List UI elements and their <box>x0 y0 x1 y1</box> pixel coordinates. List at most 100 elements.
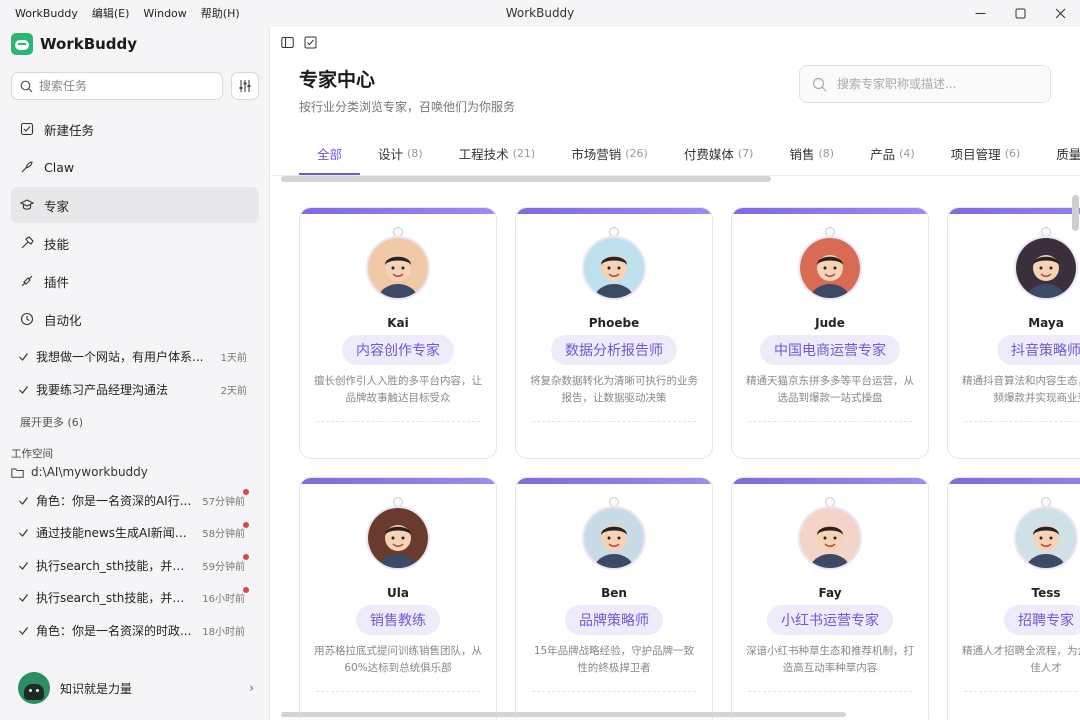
workspace-task-text: 角色：你是一名资深的时政... <box>35 623 192 638</box>
sidebar-item-label: 技能 <box>44 236 70 252</box>
workspace-task-item[interactable]: 通过技能news生成AI新闻追... 58分钟前 <box>11 517 259 550</box>
tab-design[interactable]: 设计 (8) <box>360 131 441 175</box>
task-search-input[interactable] <box>39 79 199 93</box>
recent-task-item[interactable]: 我要练习产品经理沟通法 2天前 <box>11 373 259 406</box>
expert-card[interactable]: Ben 品牌策略师 15年品牌战略经验，守护品牌一致性的终极捍卫者 <box>515 477 713 720</box>
page-title: 专家中心 <box>299 69 376 91</box>
workspace-folder[interactable]: d:\AI\myworkbuddy <box>11 465 148 479</box>
expert-portrait-icon <box>584 238 644 298</box>
sidebar-item-new-task[interactable]: 新建任务 <box>11 111 259 147</box>
vertical-scrollbar[interactable] <box>1072 195 1079 231</box>
brand: WorkBuddy <box>11 33 137 55</box>
expert-card[interactable]: Maya 抖音策略师精通抖音算法和内容生态，打造短视频爆款并实现商业变现 <box>947 207 1080 459</box>
workspace-task-time: 59分钟前 <box>202 561 245 573</box>
expert-card[interactable]: Jude 中国电商运营专家 精通天猫京东拼多多等平台运营，从选品到爆款一站式操盘 <box>731 207 929 459</box>
tab-count: (26) <box>625 146 648 160</box>
expert-card[interactable]: Fay 小红书运营专家 深谙小红书种草生态和推荐机制，打造高互动率种草内容 <box>731 477 929 720</box>
sidebar-item-label: 专家 <box>44 198 70 214</box>
menu-help[interactable]: 帮助(H) <box>194 0 247 27</box>
sidebar-item-expert[interactable]: 专家 <box>11 187 259 223</box>
menu-window[interactable]: Window <box>136 0 193 27</box>
sidebar-item-automation[interactable]: 自动化 <box>11 301 259 337</box>
card-accent-bar <box>300 208 496 214</box>
sidebar-item-skill[interactable]: 技能 <box>11 225 259 261</box>
tab-label: 项目管理 <box>950 146 1001 162</box>
task-check-icon[interactable] <box>304 36 317 49</box>
expert-card[interactable]: Kai 内容创作专家 擅长创作引人入胜的多平台内容，让品牌故事触达目标受众 <box>299 207 497 459</box>
tab-qa-testing[interactable]: 质量测试 <box>1038 131 1080 175</box>
card-accent-bar <box>948 478 1080 484</box>
workspace-task-text: 执行search_sth技能，并把... <box>35 591 196 606</box>
expert-avatar <box>1014 236 1078 300</box>
tab-engineering[interactable]: 工程技术 (21) <box>441 131 554 175</box>
card-divider <box>964 691 1080 692</box>
minimize-button[interactable] <box>960 0 1000 27</box>
maximize-button[interactable] <box>1000 0 1040 27</box>
task-search-box[interactable] <box>11 72 223 100</box>
unread-dot <box>243 521 249 528</box>
workspace-task-time: 18小时前 <box>202 626 245 638</box>
tabs-scrollbar[interactable] <box>281 176 771 182</box>
tab-project-management[interactable]: 项目管理 (6) <box>933 131 1039 175</box>
expert-avatar <box>582 506 646 570</box>
horizontal-scrollbar[interactable] <box>281 712 846 717</box>
recent-task-item[interactable]: 我想做一个网站，有用户体系... 1天前 <box>11 340 259 373</box>
workspace-task-time: 57分钟前 <box>202 496 245 508</box>
toggle-sidebar-icon[interactable] <box>281 36 294 49</box>
avatar <box>18 672 50 704</box>
sidebar-item-claw[interactable]: Claw <box>11 149 259 185</box>
sidebar-item-plugin[interactable]: 插件 <box>11 263 259 299</box>
expert-name: Ben <box>601 586 627 600</box>
workspace-task-item[interactable]: 执行search_sth技能，并把... 16小时前 <box>11 582 259 615</box>
expert-role-badge: 招聘专家 <box>1004 605 1080 635</box>
card-accent-bar <box>516 478 712 484</box>
expert-avatar <box>798 236 862 300</box>
workspace-task-item[interactable]: 执行search_sth技能，并把... 59分钟前 <box>11 549 259 582</box>
expert-role-badge: 小红书运营专家 <box>767 605 893 635</box>
expert-avatar <box>798 506 862 570</box>
tab-count: (6) <box>1004 146 1021 160</box>
skill-icon <box>20 236 34 250</box>
tab-sales[interactable]: 销售 (8) <box>771 131 852 175</box>
folder-icon <box>11 468 24 478</box>
expert-portrait-icon <box>584 508 644 568</box>
tab-product[interactable]: 产品 (4) <box>852 131 933 175</box>
tab-label: 产品 <box>870 146 896 162</box>
menu-edit[interactable]: 编辑(E) <box>85 0 137 27</box>
plugin-icon <box>20 274 34 288</box>
workspace-task-item[interactable]: 角色：你是一名资深的AI行... 57分钟前 <box>11 484 259 517</box>
tab-label: 工程技术 <box>458 146 509 162</box>
expert-search-input[interactable] <box>837 77 1037 91</box>
tab-marketing[interactable]: 市场营销 (26) <box>553 131 666 175</box>
expert-portrait-icon <box>368 508 428 568</box>
filter-button[interactable] <box>231 72 259 100</box>
tab-all[interactable]: 全部 <box>299 131 361 175</box>
tab-count: (8) <box>407 146 423 160</box>
expert-avatar <box>366 236 430 300</box>
workbuddy-logo-icon <box>11 33 33 55</box>
expert-card[interactable]: Phoebe 数据分析报告师 将复杂数据转化为清晰可执行的业务报告，让数据驱动决策 <box>515 207 713 459</box>
close-button[interactable] <box>1040 0 1080 27</box>
workspace-label: 工作空间 <box>11 448 53 460</box>
expert-role-badge: 中国电商运营专家 <box>760 335 900 365</box>
checkmark-icon <box>19 594 28 603</box>
sidebar-item-label: 新建任务 <box>44 122 95 138</box>
tab-paid-media[interactable]: 付费媒体 (7) <box>666 131 772 175</box>
card-divider <box>316 691 480 692</box>
card-divider <box>532 421 696 422</box>
menu-workbuddy[interactable]: WorkBuddy <box>8 0 85 27</box>
unread-dot <box>243 554 249 560</box>
expert-search-box[interactable] <box>799 65 1051 103</box>
user-profile[interactable]: 知识就是力量 › <box>18 672 254 704</box>
unread-dot <box>243 586 249 593</box>
expand-more-link[interactable]: 展开更多 (6) <box>20 414 83 430</box>
expert-description: 深谙小红书种草生态和推荐机制，打造高互动率种草内容 <box>746 645 914 674</box>
workspace-task-item[interactable]: 角色：你是一名资深的时政... 18小时前 <box>11 614 259 647</box>
main-toolbar <box>281 36 317 49</box>
expert-card[interactable]: Tess 招聘专家精通人才招聘全流程，为企业找到最佳人才 <box>947 477 1080 720</box>
tab-label: 市场营销 <box>571 146 622 162</box>
expert-description: 将复杂数据转化为清晰可执行的业务报告，让数据驱动决策 <box>530 375 698 404</box>
expert-card[interactable]: Ula 销售教练 用苏格拉底式提问训练销售团队，从60%达标到总统俱乐部 <box>299 477 497 720</box>
expert-name: Fay <box>818 586 842 600</box>
card-divider <box>964 421 1080 422</box>
